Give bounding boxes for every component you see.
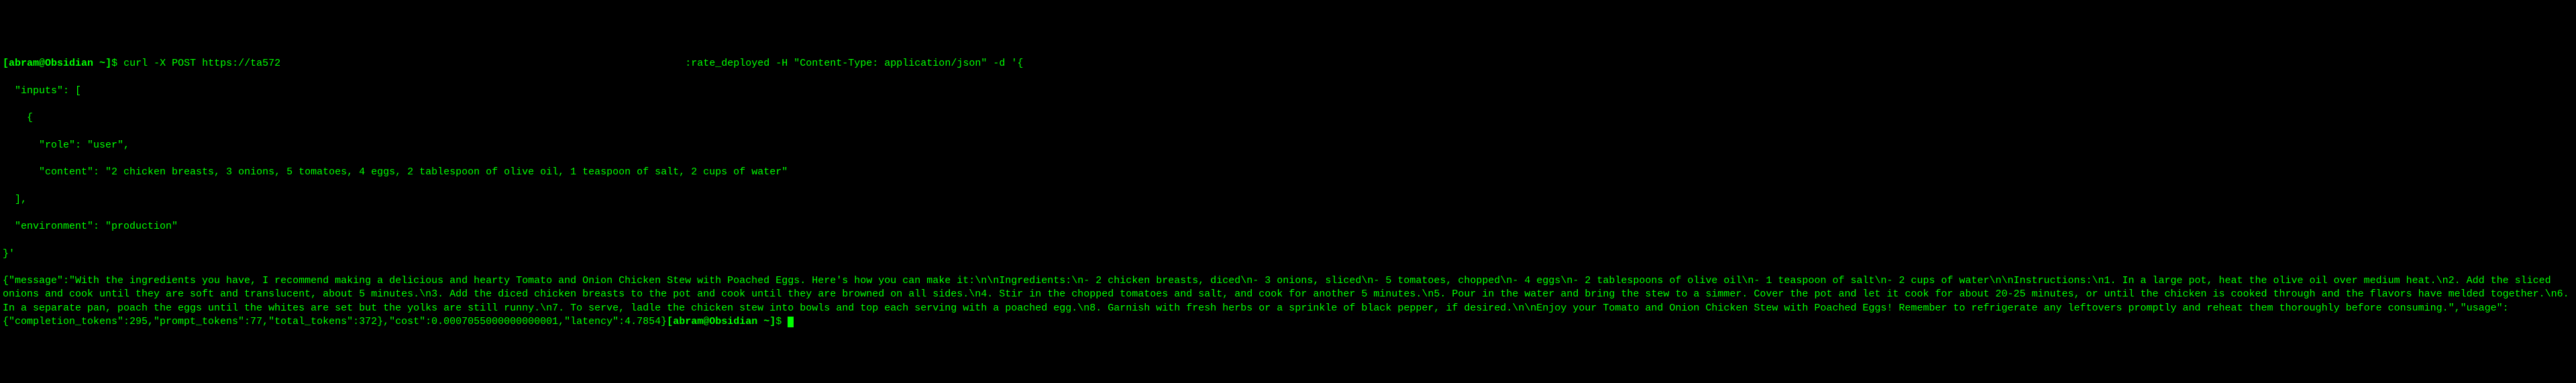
prompt2-close-bracket: ]	[769, 316, 775, 327]
prompt-user-host: abram@Obsidian	[9, 58, 93, 69]
request-body-line7: }'	[3, 248, 2573, 261]
prompt-close-bracket: ]	[105, 58, 111, 69]
request-body-line1: "inputs": [	[3, 85, 2573, 98]
response-output: {"message":"With the ingredients you hav…	[3, 275, 2575, 327]
request-body-line4: "content": "2 chicken breasts, 3 onions,…	[3, 166, 2573, 179]
prompt-dollar: $	[111, 58, 123, 69]
prompt-open-bracket: [	[3, 58, 9, 69]
request-body-line2: {	[3, 111, 2573, 125]
redacted-url-1	[280, 58, 389, 69]
cursor-icon[interactable]	[788, 317, 794, 327]
prompt2-tilde: ~	[757, 316, 769, 327]
request-body-line5: ],	[3, 193, 2573, 207]
prompt2-open-bracket: [	[667, 316, 673, 327]
curl-command-part3: :rate_deployed -H "Content-Type: applica…	[685, 58, 1023, 69]
prompt-tilde: ~	[93, 58, 105, 69]
curl-command-spacer	[389, 58, 685, 69]
prompt2-user-host: abram@Obsidian	[673, 316, 757, 327]
curl-command-part1: curl -X POST https://ta572	[123, 58, 280, 69]
request-body-line6: "environment": "production"	[3, 220, 2573, 233]
prompt2-dollar: $	[775, 316, 788, 327]
command-line[interactable]: [abram@Obsidian ~]$ curl -X POST https:/…	[3, 57, 2573, 70]
request-body-line3: "role": "user",	[3, 139, 2573, 152]
